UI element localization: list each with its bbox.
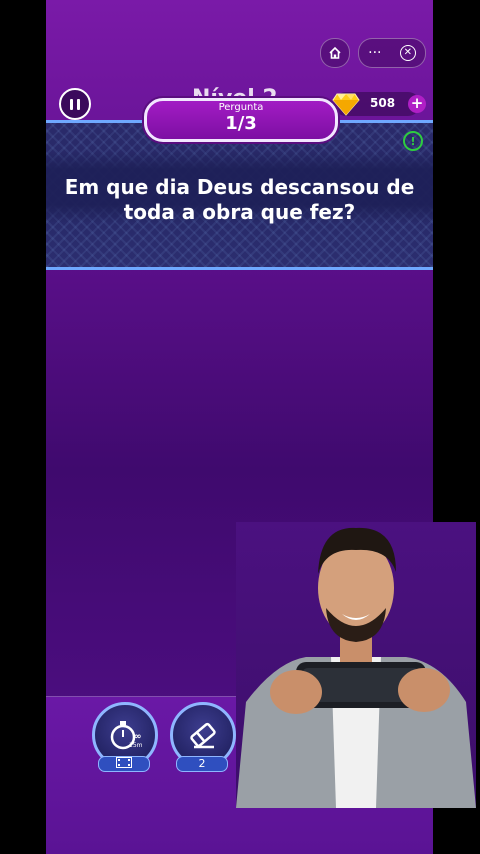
gems-counter: 508 + xyxy=(332,92,426,116)
home-icon xyxy=(329,46,341,59)
svg-text:∞: ∞ xyxy=(134,732,142,742)
home-button[interactable] xyxy=(320,38,350,68)
counter-value: 1/3 xyxy=(225,113,257,134)
close-icon[interactable]: ✕ xyxy=(399,45,416,61)
stopwatch-icon: ∞ 15min xyxy=(110,721,143,750)
alert-icon[interactable]: ! xyxy=(403,131,423,151)
pause-icon xyxy=(70,98,73,110)
pause-button[interactable] xyxy=(59,88,91,120)
clock-caption: 15min xyxy=(129,742,143,749)
eraser-count-badge: 2 xyxy=(176,756,228,772)
question-counter: Pergunta 1/3 xyxy=(144,98,338,142)
question-panel: ! Em que dia Deus descansou de toda a ob… xyxy=(46,120,433,270)
eraser-icon xyxy=(190,722,216,749)
video-icon xyxy=(116,757,132,768)
more-icon[interactable]: ··· xyxy=(368,46,381,60)
question-text: Em que dia Deus descansou de toda a obra… xyxy=(64,175,415,224)
counter-label: Pergunta xyxy=(218,102,264,113)
presenter-video-overlay xyxy=(236,522,476,808)
video-ad-badge[interactable] xyxy=(98,756,150,772)
add-gems-button[interactable]: + xyxy=(408,95,426,113)
presenter-image xyxy=(236,527,476,808)
gems-count: 508 xyxy=(370,96,396,110)
menu-pill: ··· ✕ xyxy=(358,38,426,68)
